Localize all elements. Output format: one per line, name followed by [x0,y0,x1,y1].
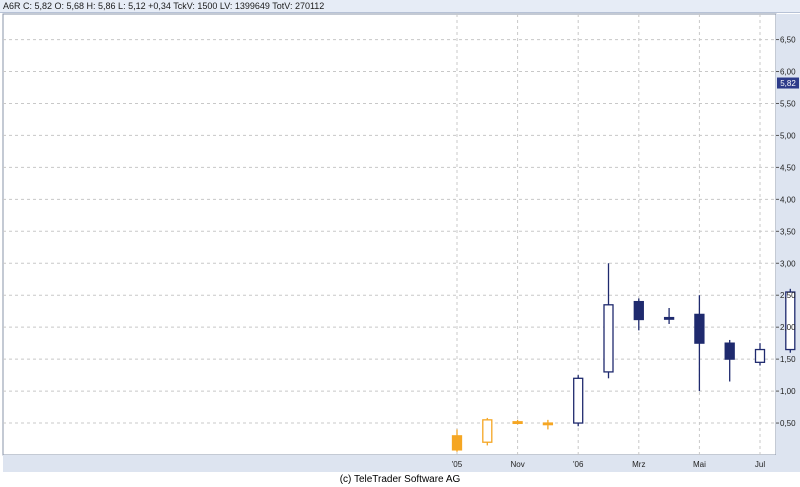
y-tick-label: 3,00 [780,259,796,268]
quote-info-bar: A6R C: 5,82 O: 5,68 H: 5,86 L: 5,12 +0,3… [0,0,800,13]
copyright-footer: (c) TeleTrader Software AG [0,472,800,487]
candle[interactable] [482,417,493,446]
y-tick-label: 1,00 [780,387,796,396]
last-price-marker: 5,82 [777,77,799,89]
candle-body [694,313,705,344]
candle-body [573,377,584,424]
candle-body [451,435,463,451]
y-tick-label: 5,50 [780,99,796,108]
y-tick-label: 4,00 [780,195,796,204]
candle-body [724,342,735,360]
x-tick-label: Nov [510,460,524,469]
candle-body [512,421,523,425]
candle-body [603,304,614,373]
y-tick-label: 6,50 [780,36,796,45]
y-tick-label: 2,50 [780,291,796,300]
candle-body [785,291,796,351]
x-tick-label: Jul [755,460,765,469]
candle-body [542,422,554,426]
candle[interactable] [573,375,584,427]
x-axis-panel [3,455,800,472]
y-tick-label: 0,50 [780,419,796,428]
candle-body [663,316,675,320]
x-tick-label: '05 [452,460,463,469]
candlestick-chart[interactable]: 0,50 1,00 1,50 2,00 2,50 3,00 3,50 4,00 4,50 5,00… [0,0,800,487]
plot-area [2,13,777,456]
candle-body [754,348,766,363]
x-tick-label: Mrz [632,460,645,469]
y-tick-label: 1,50 [780,355,796,364]
x-tick-label: Mai [693,460,706,469]
last-price-label: 5,82 [780,79,796,88]
x-tick-label: '06 [573,460,584,469]
y-tick-label: 5,00 [780,131,796,140]
y-tick-label: 4,50 [780,163,796,172]
y-tick-label: 6,00 [780,68,796,77]
y-tick-label: 2,00 [780,323,796,332]
candle-body [482,419,493,443]
y-tick-label: 3,50 [780,227,796,236]
chart-frame: 0,50 1,00 1,50 2,00 2,50 3,00 3,50 4,00 4,50 5,00… [0,0,800,487]
candle-body [633,300,644,321]
